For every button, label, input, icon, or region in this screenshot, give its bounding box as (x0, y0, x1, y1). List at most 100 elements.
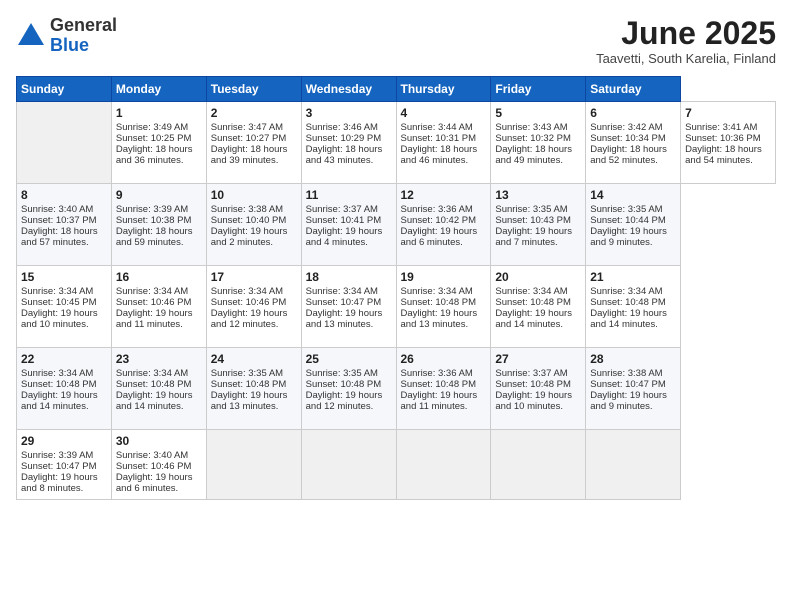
calendar-cell (301, 430, 396, 500)
day-info: Sunrise: 3:40 AMSunset: 10:46 PMDaylight… (116, 450, 193, 494)
day-number: 20 (495, 270, 581, 284)
weekday-header: Wednesday (301, 77, 396, 102)
calendar-cell: 18 Sunrise: 3:34 AMSunset: 10:47 PMDaylig… (301, 266, 396, 348)
day-info: Sunrise: 3:34 AMSunset: 10:46 PMDaylight… (211, 286, 288, 330)
day-info: Sunrise: 3:36 AMSunset: 10:48 PMDaylight… (401, 368, 478, 412)
calendar-cell: 17 Sunrise: 3:34 AMSunset: 10:46 PMDaylig… (206, 266, 301, 348)
calendar-cell: 16 Sunrise: 3:34 AMSunset: 10:46 PMDaylig… (111, 266, 206, 348)
calendar-cell: 4Sunrise: 3:44 AMSunset: 10:31 PMDayligh… (396, 102, 491, 184)
calendar-cell (17, 102, 112, 184)
day-info: Sunrise: 3:38 AMSunset: 10:40 PMDaylight… (211, 204, 288, 248)
day-number: 18 (306, 270, 392, 284)
calendar-week-row: 22 Sunrise: 3:34 AMSunset: 10:48 PMDaylig… (17, 348, 776, 430)
day-number: 5 (495, 106, 581, 120)
calendar-week-row: 15 Sunrise: 3:34 AMSunset: 10:45 PMDaylig… (17, 266, 776, 348)
day-number: 15 (21, 270, 107, 284)
location: Taavetti, South Karelia, Finland (596, 51, 776, 66)
day-info: Sunrise: 3:38 AMSunset: 10:47 PMDaylight… (590, 368, 667, 412)
day-number: 8 (21, 188, 107, 202)
logo-general-text: General (50, 15, 117, 35)
day-info: Sunrise: 3:37 AMSunset: 10:48 PMDaylight… (495, 368, 572, 412)
calendar-cell: 8Sunrise: 3:40 AMSunset: 10:37 PMDayligh… (17, 184, 112, 266)
day-number: 14 (590, 188, 676, 202)
day-number: 13 (495, 188, 581, 202)
calendar-cell: 27Sunrise: 3:37 AMSunset: 10:48 PMDaylig… (491, 348, 586, 430)
calendar: SundayMondayTuesdayWednesdayThursdayFrid… (16, 76, 776, 500)
calendar-cell: 23Sunrise: 3:34 AMSunset: 10:48 PMDaylig… (111, 348, 206, 430)
calendar-cell: 3 Sunrise: 3:46 AMSunset: 10:29 PMDayligh… (301, 102, 396, 184)
day-info: Sunrise: 3:36 AMSunset: 10:42 PMDaylight… (401, 204, 478, 248)
calendar-week-row: 29Sunrise: 3:39 AMSunset: 10:47 PMDaylig… (17, 430, 776, 500)
day-info: Sunrise: 3:44 AMSunset: 10:31 PMDaylight… (401, 122, 478, 166)
calendar-cell: 25Sunrise: 3:35 AMSunset: 10:48 PMDaylig… (301, 348, 396, 430)
day-info: Sunrise: 3:35 AMSunset: 10:48 PMDaylight… (211, 368, 288, 412)
calendar-cell: 15 Sunrise: 3:34 AMSunset: 10:45 PMDaylig… (17, 266, 112, 348)
calendar-cell: 11 Sunrise: 3:37 AMSunset: 10:41 PMDaylig… (301, 184, 396, 266)
calendar-cell: 12 Sunrise: 3:36 AMSunset: 10:42 PMDaylig… (396, 184, 491, 266)
calendar-cell: 21Sunrise: 3:34 AMSunset: 10:48 PMDaylig… (586, 266, 681, 348)
calendar-cell: 22 Sunrise: 3:34 AMSunset: 10:48 PMDaylig… (17, 348, 112, 430)
calendar-cell: 1 Sunrise: 3:49 AMSunset: 10:25 PMDayligh… (111, 102, 206, 184)
day-number: 1 (116, 106, 202, 120)
day-number: 30 (116, 434, 202, 448)
day-number: 7 (685, 106, 771, 120)
day-number: 22 (21, 352, 107, 366)
day-number: 2 (211, 106, 297, 120)
day-info: Sunrise: 3:34 AMSunset: 10:48 PMDaylight… (116, 368, 193, 412)
calendar-cell: 13 Sunrise: 3:35 AMSunset: 10:43 PMDaylig… (491, 184, 586, 266)
day-number: 10 (211, 188, 297, 202)
day-info: Sunrise: 3:35 AMSunset: 10:44 PMDaylight… (590, 204, 667, 248)
title-block: June 2025 Taavetti, South Karelia, Finla… (596, 16, 776, 66)
day-info: Sunrise: 3:34 AMSunset: 10:48 PMDaylight… (401, 286, 478, 330)
day-number: 3 (306, 106, 392, 120)
weekday-header: Friday (491, 77, 586, 102)
page: General Blue June 2025 Taavetti, South K… (0, 0, 792, 612)
calendar-cell: 9Sunrise: 3:39 AMSunset: 10:38 PMDayligh… (111, 184, 206, 266)
weekday-header-row: SundayMondayTuesdayWednesdayThursdayFrid… (17, 77, 776, 102)
weekday-header: Sunday (17, 77, 112, 102)
calendar-cell (586, 430, 681, 500)
day-info: Sunrise: 3:46 AMSunset: 10:29 PMDaylight… (306, 122, 383, 166)
day-info: Sunrise: 3:34 AMSunset: 10:45 PMDaylight… (21, 286, 98, 330)
calendar-cell (491, 430, 586, 500)
weekday-header: Saturday (586, 77, 681, 102)
calendar-week-row: 8Sunrise: 3:40 AMSunset: 10:37 PMDayligh… (17, 184, 776, 266)
calendar-cell: 28 Sunrise: 3:38 AMSunset: 10:47 PMDaylig… (586, 348, 681, 430)
day-info: Sunrise: 3:43 AMSunset: 10:32 PMDaylight… (495, 122, 572, 166)
day-info: Sunrise: 3:34 AMSunset: 10:46 PMDaylight… (116, 286, 193, 330)
weekday-header: Tuesday (206, 77, 301, 102)
day-info: Sunrise: 3:39 AMSunset: 10:38 PMDaylight… (116, 204, 193, 248)
day-info: Sunrise: 3:37 AMSunset: 10:41 PMDaylight… (306, 204, 383, 248)
calendar-cell (206, 430, 301, 500)
day-info: Sunrise: 3:34 AMSunset: 10:48 PMDaylight… (21, 368, 98, 412)
day-info: Sunrise: 3:34 AMSunset: 10:47 PMDaylight… (306, 286, 383, 330)
day-number: 16 (116, 270, 202, 284)
weekday-header: Monday (111, 77, 206, 102)
day-number: 11 (306, 188, 392, 202)
day-number: 29 (21, 434, 107, 448)
day-info: Sunrise: 3:35 AMSunset: 10:48 PMDaylight… (306, 368, 383, 412)
day-number: 21 (590, 270, 676, 284)
day-number: 12 (401, 188, 487, 202)
calendar-cell: 30 Sunrise: 3:40 AMSunset: 10:46 PMDaylig… (111, 430, 206, 500)
calendar-cell: 29Sunrise: 3:39 AMSunset: 10:47 PMDaylig… (17, 430, 112, 500)
calendar-cell: 20Sunrise: 3:34 AMSunset: 10:48 PMDaylig… (491, 266, 586, 348)
calendar-week-row: 1 Sunrise: 3:49 AMSunset: 10:25 PMDayligh… (17, 102, 776, 184)
day-number: 19 (401, 270, 487, 284)
logo-blue-text: Blue (50, 35, 89, 55)
day-number: 24 (211, 352, 297, 366)
calendar-cell: 24 Sunrise: 3:35 AMSunset: 10:48 PMDaylig… (206, 348, 301, 430)
calendar-cell: 26Sunrise: 3:36 AMSunset: 10:48 PMDaylig… (396, 348, 491, 430)
day-number: 28 (590, 352, 676, 366)
day-info: Sunrise: 3:35 AMSunset: 10:43 PMDaylight… (495, 204, 572, 248)
calendar-cell: 10 Sunrise: 3:38 AMSunset: 10:40 PMDaylig… (206, 184, 301, 266)
day-info: Sunrise: 3:47 AMSunset: 10:27 PMDaylight… (211, 122, 288, 166)
calendar-cell: 2 Sunrise: 3:47 AMSunset: 10:27 PMDayligh… (206, 102, 301, 184)
calendar-cell: 14 Sunrise: 3:35 AMSunset: 10:44 PMDaylig… (586, 184, 681, 266)
calendar-cell (396, 430, 491, 500)
day-info: Sunrise: 3:49 AMSunset: 10:25 PMDaylight… (116, 122, 193, 166)
month-title: June 2025 (596, 16, 776, 51)
logo-icon (16, 21, 46, 51)
day-number: 17 (211, 270, 297, 284)
logo: General Blue (16, 16, 117, 56)
